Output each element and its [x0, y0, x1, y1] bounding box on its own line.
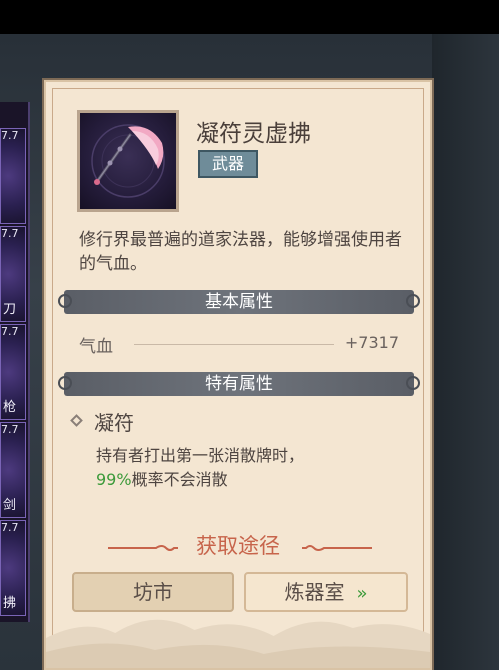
basic-attributes-title: 基本属性 [205, 292, 273, 312]
forge-button-label: 炼器室 [284, 580, 345, 604]
stat-row: 气血 +7317 [79, 332, 399, 357]
market-button[interactable]: 坊市 [72, 572, 234, 612]
trait-percentage: 99% [96, 470, 132, 489]
slot-level: 7.7 [1, 325, 19, 338]
trait-desc-prefix: 持有者打出第一张消散牌时， [96, 446, 305, 465]
item-description: 修行界最普遍的道家法器，能够增强使用者的气血。 [79, 230, 402, 274]
trait-desc-suffix: 概率不会消散 [131, 470, 228, 489]
inventory-slot[interactable]: 7.7 枪 [0, 324, 26, 420]
slot-type: 刀 [3, 302, 17, 317]
slot-level: 7.7 [1, 423, 19, 436]
item-name: 凝符灵虚拂 [196, 121, 311, 147]
diamond-icon [70, 414, 83, 427]
slot-level: 7.7 [1, 129, 19, 142]
slot-type: 剑 [3, 498, 17, 513]
item-icon-frame [77, 110, 179, 212]
stat-divider [134, 344, 334, 345]
stat-name: 气血 [79, 337, 113, 357]
trait-name: 凝符 [94, 411, 134, 435]
special-attributes-header: 特有属性 [58, 372, 420, 396]
trait-description: 持有者打出第一张消散牌时， 99%概率不会消散 [96, 444, 396, 492]
market-button-label: 坊市 [133, 580, 173, 604]
slot-type: 拂 [3, 596, 17, 611]
source-title: 获取途径 [196, 534, 280, 558]
whisk-icon [91, 124, 165, 198]
item-tooltip-panel: 凝符灵虚拂 武器 修行界最普遍的道家法器，能够增强使用者的气血。 基本属性 气血… [44, 80, 432, 670]
inventory-slot[interactable]: 7.7 剑 [0, 422, 26, 518]
inventory-slot[interactable]: 7.7 拂 [0, 520, 26, 616]
basic-attributes-header: 基本属性 [58, 290, 420, 314]
double-chevron-right-icon: » [356, 583, 368, 604]
item-type-badge: 武器 [198, 150, 258, 178]
inventory-strip: 7.7 7.7 刀 7.7 枪 7.7 剑 7.7 拂 [0, 102, 30, 622]
slot-level: 7.7 [1, 227, 19, 240]
special-attributes-title: 特有属性 [205, 374, 273, 394]
inventory-slot[interactable]: 7.7 [0, 128, 26, 224]
scene-backdrop-right [432, 34, 499, 670]
stat-value: +7317 [344, 333, 399, 352]
top-bar [0, 0, 499, 34]
forge-button[interactable]: 炼器室 » [244, 572, 408, 612]
inventory-slot[interactable]: 7.7 刀 [0, 226, 26, 322]
slot-level: 7.7 [1, 521, 19, 534]
right-ornament-icon [302, 545, 372, 551]
slot-type: 枪 [3, 400, 17, 415]
